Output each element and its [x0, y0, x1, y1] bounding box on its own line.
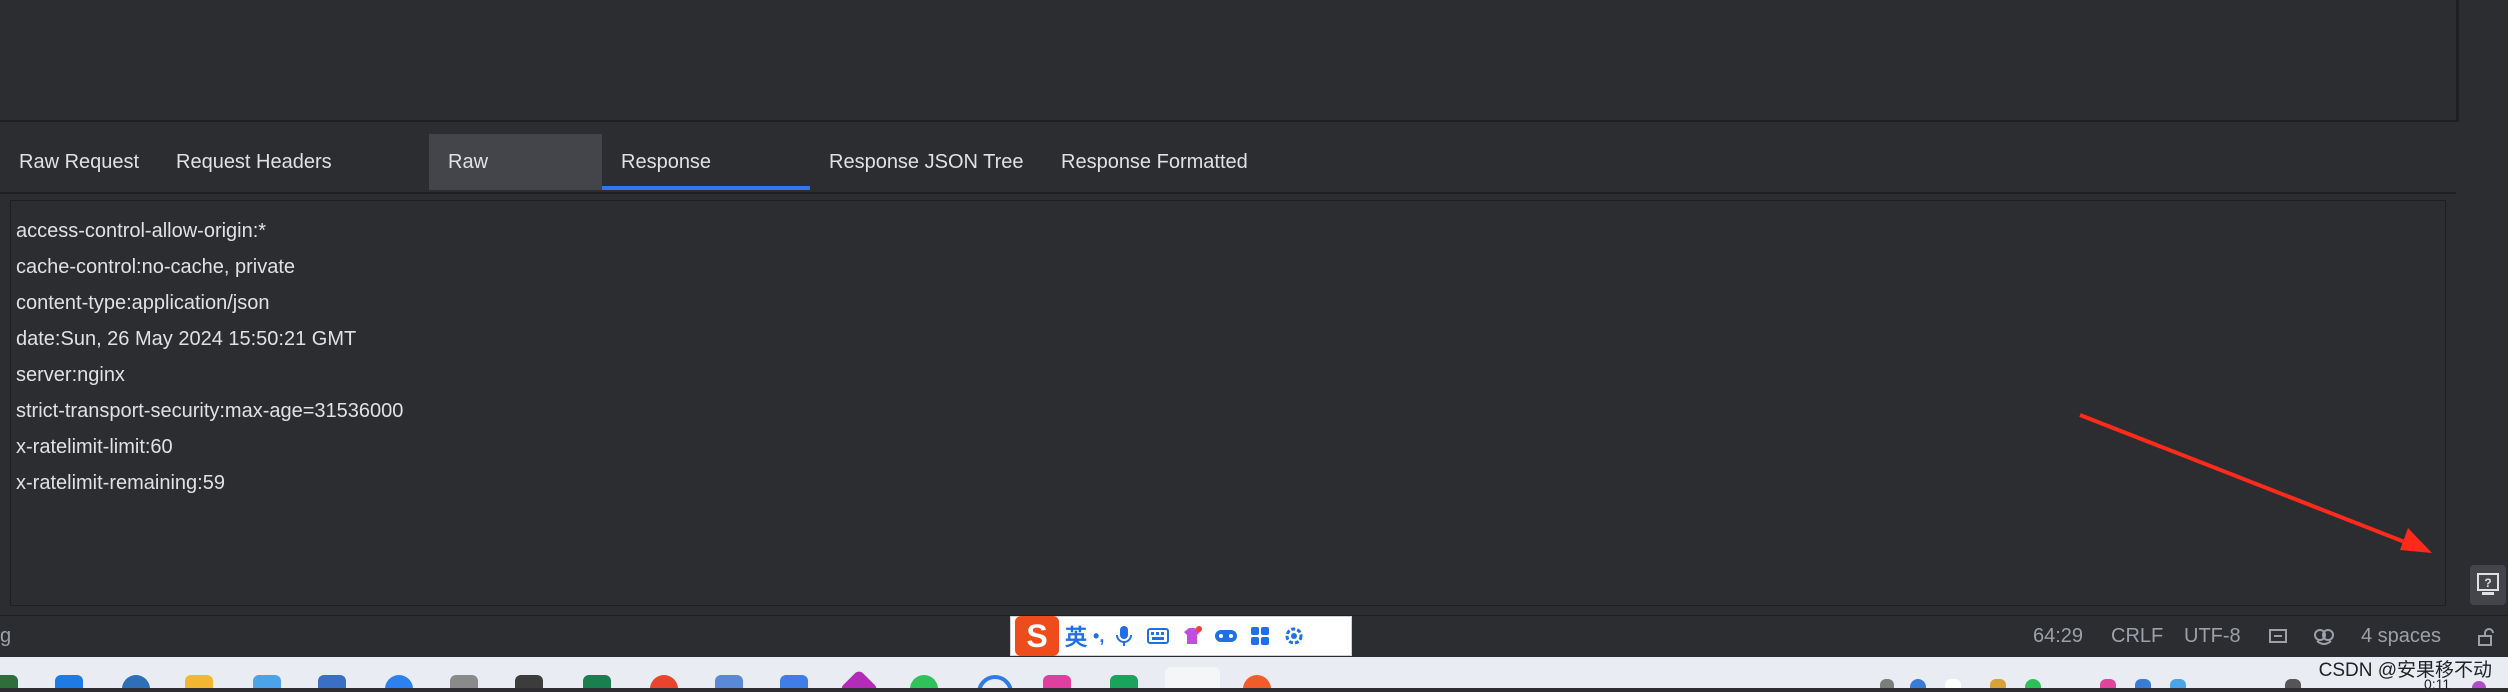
comment-icon[interactable] [2268, 627, 2288, 653]
taskbar-app-icon[interactable] [0, 675, 18, 688]
taskbar-app-icon[interactable] [715, 675, 743, 688]
tray-icon[interactable] [2025, 679, 2041, 688]
status-left-fragment: g [0, 625, 12, 647]
taskbar-app-icon[interactable] [839, 669, 879, 688]
apps-grid-icon[interactable] [1246, 622, 1274, 650]
help-screen-icon: ? [2477, 573, 2499, 595]
file-encoding[interactable]: UTF-8 [2184, 625, 2241, 648]
taskbar-app-icon[interactable] [1243, 675, 1271, 688]
taskbar-app-icon[interactable] [583, 675, 611, 688]
taskbar-app-icon[interactable] [977, 675, 1013, 688]
skin-icon[interactable] [1178, 622, 1206, 650]
response-tab-bar: Raw Request Request Headers Raw Response… [0, 122, 2456, 229]
tray-icon[interactable] [1910, 679, 1926, 688]
copilot-icon[interactable] [2313, 627, 2335, 653]
taskbar-app-icon[interactable] [318, 675, 346, 688]
wechat-icon[interactable] [910, 675, 938, 688]
taskbar-app-icon[interactable] [515, 675, 543, 688]
tab-raw-request[interactable]: Raw Request [0, 134, 158, 190]
header-line: access-control-allow-origin:* [16, 220, 267, 242]
keyboard-icon[interactable] [1144, 622, 1172, 650]
tray-icon[interactable] [2170, 679, 2186, 688]
indent-setting[interactable]: 4 spaces [2361, 625, 2441, 648]
line-separator[interactable]: CRLF [2111, 625, 2163, 648]
sogou-logo-icon[interactable]: S [1015, 616, 1059, 656]
chrome-icon[interactable] [650, 675, 678, 688]
taskbar-app-icon[interactable] [780, 675, 808, 688]
taskbar-app-icon[interactable] [122, 675, 150, 688]
csdn-watermark: CSDN @安果移不动 [2318, 660, 2492, 681]
header-line: x-ratelimit-limit:60 [16, 436, 173, 458]
upper-editor-area [0, 0, 2459, 122]
ime-language-toggle[interactable]: 英 [1065, 620, 1087, 652]
header-lines: access-control-allow-origin:* cache-cont… [16, 213, 403, 501]
header-line: server:nginx [16, 364, 125, 386]
tray-icon[interactable] [1880, 679, 1894, 688]
header-line: x-ratelimit-remaining:59 [16, 472, 225, 494]
tray-icon[interactable] [1945, 679, 1961, 688]
tray-icon[interactable] [1990, 679, 2006, 688]
tab-response-formatted[interactable]: Response Formatted [1042, 134, 1267, 190]
taskbar-app-icon[interactable] [385, 675, 413, 688]
cursor-position[interactable]: 64:29 [2033, 625, 2083, 648]
windows-taskbar [0, 657, 2508, 688]
unlock-icon[interactable] [2476, 627, 2496, 653]
ime-punctuation-toggle[interactable]: •, [1093, 626, 1104, 647]
microphone-icon[interactable] [1110, 622, 1138, 650]
taskbar-app-icon[interactable] [55, 675, 83, 688]
ime-toolbar: S 英 •, [1010, 616, 1352, 656]
tray-icon[interactable] [2285, 679, 2301, 688]
tab-response-json-tree[interactable]: Response JSON Tree [810, 134, 1043, 190]
tab-raw-response[interactable]: Raw Response [429, 134, 602, 229]
notification-icon[interactable] [2472, 681, 2486, 688]
taskbar-app-icon[interactable] [1043, 675, 1071, 688]
taskbar-clock[interactable]: 0:11 [2424, 676, 2450, 692]
header-line: date:Sun, 26 May 2024 15:50:21 GMT [16, 328, 357, 350]
taskbar-app-icon[interactable] [253, 675, 281, 688]
taskbar-active-app[interactable] [1165, 667, 1220, 688]
tray-icon[interactable] [2135, 679, 2151, 688]
header-line: content-type:application/json [16, 292, 270, 314]
taskbar-app-icon[interactable] [450, 675, 478, 688]
header-line: strict-transport-security:max-age=315360… [16, 400, 404, 422]
taskbar-app-icon[interactable] [1110, 675, 1138, 688]
tab-response-headers[interactable]: Response Headers [602, 134, 810, 229]
game-controller-icon[interactable] [1212, 622, 1240, 650]
svg-text:?: ? [2484, 576, 2491, 590]
annotation-arrow [2079, 413, 2432, 553]
tray-icon[interactable] [2100, 679, 2116, 688]
settings-icon[interactable] [1280, 622, 1308, 650]
tab-request-headers[interactable]: Request Headers [157, 134, 351, 190]
folder-icon[interactable] [185, 675, 213, 688]
header-line: cache-control:no-cache, private [16, 256, 296, 278]
side-tool-button[interactable]: ? [2470, 565, 2506, 605]
